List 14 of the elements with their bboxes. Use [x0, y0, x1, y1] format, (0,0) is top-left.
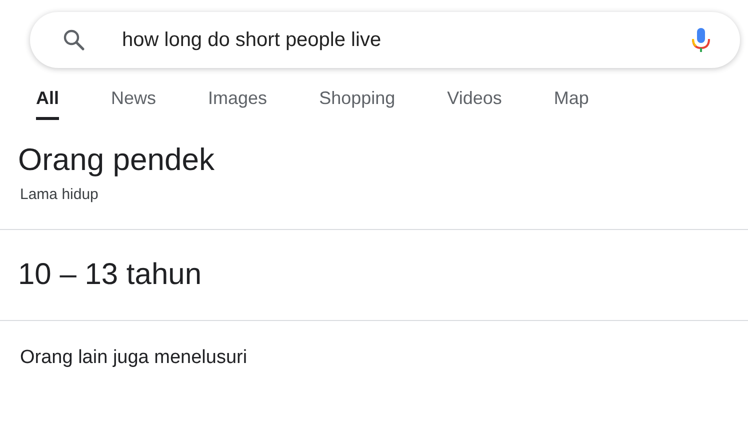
- search-field[interactable]: how long do short people live: [122, 28, 690, 52]
- search-tab[interactable]: Map: [554, 82, 589, 120]
- search-tab[interactable]: Shopping: [319, 82, 396, 120]
- answer-title: Orang pendek: [18, 142, 216, 178]
- search-bar[interactable]: how long do short people live: [30, 12, 740, 68]
- search-tab[interactable]: Images: [208, 82, 268, 120]
- answer-subtitle: Lama hidup: [20, 186, 100, 203]
- related-heading: Orang lain juga menelusuri: [20, 347, 248, 369]
- search-tab[interactable]: All: [36, 82, 60, 120]
- answer-value: 10 – 13 tahun: [18, 258, 203, 292]
- search-tab[interactable]: Videos: [447, 82, 502, 120]
- search-icon[interactable]: [62, 28, 86, 52]
- microphone-icon[interactable]: [690, 26, 712, 54]
- search-tab[interactable]: News: [111, 82, 156, 120]
